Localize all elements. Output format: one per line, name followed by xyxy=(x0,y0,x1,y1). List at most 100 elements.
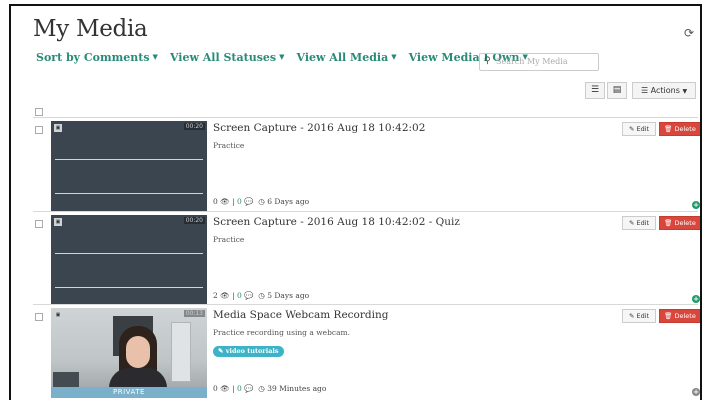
list-view-icon: ☰ xyxy=(590,85,600,95)
views-count: 0 xyxy=(213,197,218,206)
delete-button[interactable]: 🗑 Delete xyxy=(659,216,700,230)
edit-label: Edit xyxy=(636,219,650,227)
media-thumbnail[interactable]: ▣ 00:13 PRIVATE xyxy=(51,308,207,398)
comment-icon: 💬 xyxy=(244,197,254,206)
media-type-icon: ▣ xyxy=(54,124,62,132)
desk-shape xyxy=(53,372,79,388)
media-type-icon: ▣ xyxy=(54,311,62,319)
pencil-icon: ✎ xyxy=(628,312,635,320)
detail-view-button[interactable]: ▤ xyxy=(607,82,627,99)
delete-label: Delete xyxy=(674,312,696,320)
eye-icon: 👁 xyxy=(220,291,230,300)
detail-view-icon: ▤ xyxy=(612,85,622,95)
row-checkbox[interactable] xyxy=(35,220,43,228)
views-count: 0 xyxy=(213,384,218,393)
media-stats: 2 👁 | 0 💬 ◷ 5 Days ago xyxy=(213,291,310,300)
search-icon: ⚲ xyxy=(484,56,491,66)
media-age: 39 Minutes ago xyxy=(267,384,327,393)
delete-button[interactable]: 🗑 Delete xyxy=(659,309,700,323)
edit-button[interactable]: ✎ Edit xyxy=(622,216,656,230)
row-checkbox[interactable] xyxy=(35,126,43,134)
edit-label: Edit xyxy=(636,312,650,320)
caret-down-icon: ▼ xyxy=(152,52,158,61)
caret-down-icon: ▼ xyxy=(391,52,397,61)
actions-icon: ☰ xyxy=(640,86,649,95)
tag-chip[interactable]: ✎ video tutorials xyxy=(213,346,284,357)
media-title-link[interactable]: Media Space Webcam Recording xyxy=(213,309,388,321)
select-all-checkbox[interactable] xyxy=(35,108,43,116)
plus-circle-icon[interactable]: + xyxy=(692,201,700,209)
row-checkbox[interactable] xyxy=(35,313,43,321)
eye-icon: 👁 xyxy=(220,384,230,393)
views-count: 2 xyxy=(213,291,218,300)
thumbnail-line xyxy=(55,253,203,254)
search-placeholder: Search My Media xyxy=(496,57,568,66)
media-description: Practice xyxy=(213,235,245,244)
comments-count: 0 xyxy=(237,291,242,300)
comment-icon: 💬 xyxy=(244,384,254,393)
media-age: 5 Days ago xyxy=(267,291,310,300)
clock-icon: ◷ xyxy=(258,291,265,300)
media-stats: 0 👁 | 0 💬 ◷ 39 Minutes ago xyxy=(213,384,327,393)
filter-bar: Sort by Comments ▼ View All Statuses ▼ Vie… xyxy=(36,51,528,64)
sort-by-comments-dropdown[interactable]: Sort by Comments ▼ xyxy=(36,51,158,64)
tag-label: video tutorials xyxy=(225,347,279,355)
pencil-icon: ✎ xyxy=(628,125,635,133)
delete-button[interactable]: 🗑 Delete xyxy=(659,122,700,136)
eye-icon: 👁 xyxy=(220,197,230,206)
caret-down-icon: ▼ xyxy=(279,52,285,61)
duration-badge: 00:13 xyxy=(183,310,205,317)
media-thumbnail[interactable]: ▣ 00:20 xyxy=(51,121,207,211)
view-all-media-dropdown[interactable]: View All Media ▼ xyxy=(296,51,396,64)
media-thumbnail[interactable]: ▣ 00:20 xyxy=(51,215,207,305)
media-title-link[interactable]: Screen Capture - 2016 Aug 18 10:42:02 xyxy=(213,122,425,134)
clock-icon: ◷ xyxy=(258,197,265,206)
door-shape xyxy=(171,322,191,382)
trash-icon: 🗑 xyxy=(664,312,673,320)
my-media-page: My Media ⟳ Sort by Comments ▼ View All St… xyxy=(9,4,702,400)
media-row: ▣ 00:13 PRIVATE Media Space Webcam Recor… xyxy=(33,304,700,400)
delete-label: Delete xyxy=(674,219,696,227)
clock-icon: ◷ xyxy=(258,384,265,393)
duration-badge: 00:20 xyxy=(183,217,205,224)
media-description: Practice xyxy=(213,141,245,150)
list-view-button[interactable]: ☰ xyxy=(585,82,605,99)
pencil-icon: ✎ xyxy=(628,219,635,227)
duration-badge: 00:20 xyxy=(183,123,205,130)
tag-icon: ✎ xyxy=(218,347,224,355)
media-row: ▣ 00:20 Screen Capture - 2016 Aug 18 10:… xyxy=(33,117,700,213)
search-input[interactable]: ⚲ Search My Media xyxy=(479,53,599,71)
face-shape xyxy=(126,336,150,368)
filter-label: View All Media xyxy=(296,51,389,64)
plus-circle-icon[interactable]: + xyxy=(692,295,700,303)
media-stats: 0 👁 | 0 💬 ◷ 6 Days ago xyxy=(213,197,310,206)
filter-label: Sort by Comments xyxy=(36,51,150,64)
media-row: ▣ 00:20 Screen Capture - 2016 Aug 18 10:… xyxy=(33,211,700,307)
webcam-thumbnail-image xyxy=(51,308,207,398)
view-all-statuses-dropdown[interactable]: View All Statuses ▼ xyxy=(170,51,285,64)
comment-icon: 💬 xyxy=(244,291,254,300)
media-description: Practice recording using a webcam. xyxy=(213,328,351,337)
caret-down-icon: ▼ xyxy=(682,88,688,95)
edit-button[interactable]: ✎ Edit xyxy=(622,122,656,136)
media-type-icon: ▣ xyxy=(54,218,62,226)
refresh-icon[interactable]: ⟳ xyxy=(684,26,694,40)
comments-count: 0 xyxy=(237,197,242,206)
comments-count: 0 xyxy=(237,384,242,393)
privacy-badge: PRIVATE xyxy=(51,387,207,398)
thumbnail-line xyxy=(55,287,203,288)
filter-label: View All Statuses xyxy=(169,51,277,64)
thumbnail-line xyxy=(55,159,203,160)
trash-icon: 🗑 xyxy=(664,125,673,133)
edit-button[interactable]: ✎ Edit xyxy=(622,309,656,323)
page-title: My Media xyxy=(33,16,148,42)
plus-circle-icon[interactable]: + xyxy=(692,388,700,396)
edit-label: Edit xyxy=(636,125,650,133)
thumbnail-line xyxy=(55,193,203,194)
actions-dropdown[interactable]: ☰ Actions ▼ xyxy=(632,82,696,99)
media-title-link[interactable]: Screen Capture - 2016 Aug 18 10:42:02 - … xyxy=(213,216,460,228)
trash-icon: 🗑 xyxy=(664,219,673,227)
actions-label: Actions xyxy=(650,86,680,95)
delete-label: Delete xyxy=(674,125,696,133)
media-age: 6 Days ago xyxy=(267,197,310,206)
